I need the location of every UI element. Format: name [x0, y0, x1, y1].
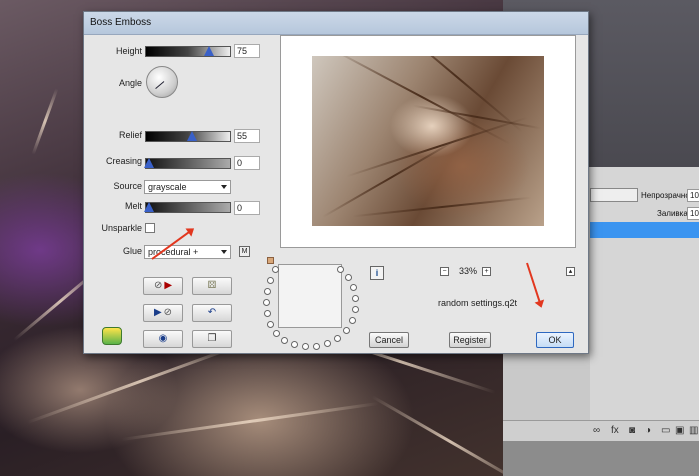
selected-layer[interactable]	[590, 222, 699, 238]
undo-icon: ↶	[207, 307, 217, 318]
mask-icon[interactable]: ◙	[629, 425, 635, 436]
play-icon: ▶	[153, 307, 162, 318]
fx-icon[interactable]: fx	[611, 425, 619, 436]
relief-label: Relief	[118, 130, 142, 140]
register-button[interactable]: Register	[449, 332, 491, 348]
boss-emboss-dialog: Boss Emboss Height 75 Angle Relief 55 Cr…	[83, 11, 589, 354]
creasing-slider[interactable]	[144, 158, 231, 169]
height-slider-thumb[interactable]	[204, 46, 214, 56]
creasing-slider-thumb[interactable]	[144, 158, 154, 168]
layers-bottom-bar: ∞ fx ◙ ◑ ▭ ▣ ▥	[503, 420, 699, 441]
relief-value[interactable]: 55	[234, 129, 260, 143]
copy-icon: ❐	[207, 333, 217, 344]
melt-label: Melt	[124, 201, 142, 211]
unsparkle-label: Unsparkle	[101, 223, 142, 233]
preset-thumbnail[interactable]	[278, 264, 342, 328]
melt-slider[interactable]	[144, 202, 231, 213]
height-slider[interactable]	[145, 46, 231, 57]
circle-icon: ◉	[158, 333, 168, 344]
chevron-down-icon	[221, 185, 227, 189]
link-icon[interactable]: ∞	[593, 425, 600, 436]
randomize-button[interactable]: ⊘ ▶	[143, 277, 183, 295]
source-select[interactable]: grayscale	[144, 180, 231, 194]
dice-icon: ⊘	[153, 280, 163, 291]
melt-value[interactable]: 0	[234, 201, 260, 215]
zoom-level: 33%	[459, 266, 478, 276]
angle-label: Angle	[118, 78, 142, 88]
relief-slider[interactable]	[145, 131, 231, 142]
dice-icon: ⚄	[207, 280, 217, 291]
opacity-field[interactable]: 100	[687, 189, 699, 202]
creasing-label: Creasing	[105, 156, 142, 166]
settings-filename: random settings.q2t	[438, 298, 518, 308]
zoom-in-button[interactable]: +	[482, 267, 491, 276]
glue-label: Glue	[122, 246, 142, 256]
expand-icon[interactable]: ▴	[566, 267, 575, 276]
fill-field[interactable]: 100	[687, 207, 699, 220]
source-value: grayscale	[148, 182, 187, 192]
dialog-titlebar[interactable]: Boss Emboss	[84, 12, 588, 35]
new-layer-icon[interactable]: ▣	[675, 425, 684, 436]
glue-options-button[interactable]: M	[239, 246, 250, 257]
play-reset-button[interactable]: ▶ ⊘	[143, 304, 183, 322]
angle-needle	[155, 81, 165, 89]
adjust-icon[interactable]: ◑	[645, 425, 651, 436]
height-label: Height	[115, 46, 142, 56]
info-icon[interactable]: i	[370, 266, 384, 280]
angle-dial[interactable]	[146, 66, 178, 98]
play-icon: ▶	[164, 280, 173, 291]
cancel-button[interactable]: Cancel	[369, 332, 409, 348]
blend-mode-dropdown[interactable]	[590, 188, 638, 202]
fill-label: Заливка:	[657, 209, 691, 218]
melt-slider-thumb[interactable]	[144, 202, 154, 212]
creasing-value[interactable]: 0	[234, 156, 260, 170]
folder-icon[interactable]: ▭	[661, 425, 670, 436]
undo-button[interactable]: ↶	[192, 304, 232, 322]
ok-button[interactable]: OK	[536, 332, 574, 348]
glue-select[interactable]: procedural +	[144, 245, 231, 259]
zoom-out-button[interactable]: −	[440, 267, 449, 276]
dialog-title: Boss Emboss	[90, 17, 152, 28]
height-value[interactable]: 75	[234, 44, 260, 58]
relief-slider-thumb[interactable]	[187, 131, 197, 141]
preview-image	[312, 56, 544, 226]
app-logo-icon	[102, 327, 122, 345]
preset-marker	[267, 257, 274, 264]
copy-button[interactable]: ❐	[192, 330, 232, 348]
random-dice-button[interactable]: ⚄	[192, 277, 232, 295]
trash-icon[interactable]: ▥	[689, 425, 698, 436]
preview-pane[interactable]	[280, 35, 576, 248]
chevron-down-icon	[221, 250, 227, 254]
reset-button[interactable]: ◉	[143, 330, 183, 348]
unsparkle-checkbox[interactable]	[145, 223, 155, 233]
reset-icon: ⊘	[163, 307, 173, 318]
source-label: Source	[113, 181, 142, 191]
